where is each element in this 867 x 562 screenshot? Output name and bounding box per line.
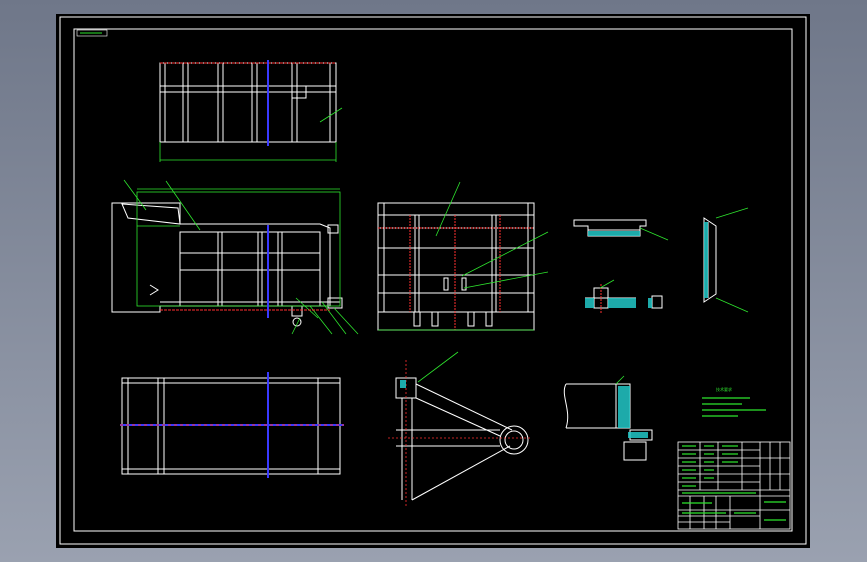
front-view	[111, 202, 343, 327]
support-arm	[395, 377, 529, 501]
section-bolt-hatch-b	[608, 298, 636, 308]
title-block-text-marks	[682, 445, 786, 521]
outer-frame	[59, 16, 807, 545]
flange-leader	[615, 375, 625, 385]
side-view-leaders	[378, 181, 549, 331]
support-arm-leader	[417, 351, 459, 383]
section-bracket-hatch	[704, 222, 708, 298]
side-view-red	[378, 215, 534, 330]
support-arm-centerlines	[388, 360, 532, 506]
top-view	[159, 62, 337, 143]
cad-drawing[interactable]	[0, 0, 867, 562]
section-bolt-hatch-c	[648, 298, 652, 308]
tech-requirements-title: 技术要求	[716, 387, 732, 392]
flange-detail	[563, 383, 653, 461]
section-bolt-leader	[599, 279, 615, 289]
flange-hatch-a	[618, 386, 630, 428]
tech-notes-marks	[702, 397, 766, 417]
support-arm-hatch	[400, 380, 406, 388]
top-view-dimension	[159, 107, 343, 162]
side-view	[377, 202, 535, 331]
section-channel-hatch	[588, 231, 640, 236]
section-bolt-hatch-a	[585, 298, 594, 308]
inner-frame	[73, 28, 793, 532]
section-bracket-leaders	[715, 207, 749, 313]
section-channel-leader	[639, 227, 669, 241]
flange-hatch-b	[628, 432, 648, 438]
